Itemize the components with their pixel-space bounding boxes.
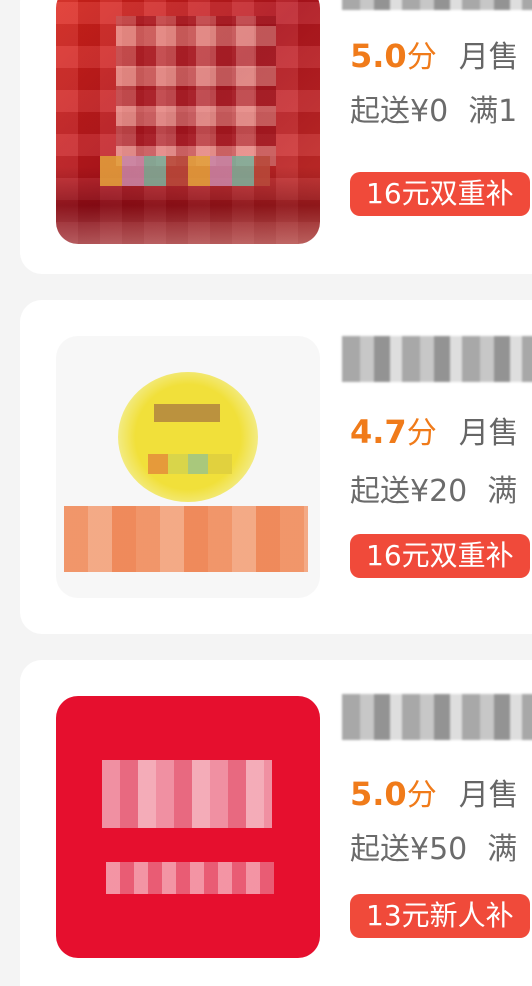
shop-list-page: 5.0分 月售 起送¥0 满1 16元双重补 4.7分 月售 起送¥20 满 16元双重…	[0, 0, 532, 986]
logo-pixelated-content	[102, 760, 272, 828]
delivery-fee: 满1	[468, 94, 518, 129]
logo-pixelated-content	[148, 454, 232, 474]
logo-pixelated-content	[106, 862, 274, 894]
delivery-row: 起送¥50 满	[350, 832, 517, 868]
logo-circle	[118, 372, 258, 502]
promo-badge: 13元新人补	[350, 894, 530, 938]
monthly-sales: 月售	[458, 778, 519, 813]
delivery-row: 起送¥0 满1	[350, 94, 517, 130]
rating-unit: 分	[406, 416, 437, 451]
monthly-sales: 月售	[458, 416, 519, 451]
logo-pixelated-content	[64, 506, 308, 572]
min-order: 起送¥50	[350, 832, 468, 867]
shop-name-redacted	[342, 694, 532, 740]
shop-card[interactable]: 4.7分 月售 起送¥20 满 16元双重补	[20, 300, 532, 634]
rating-row: 5.0分 月售	[350, 38, 519, 76]
min-order: 起送¥20	[350, 474, 468, 509]
rating-value: 5.0	[350, 775, 407, 813]
shop-name-redacted	[342, 0, 532, 10]
shop-card[interactable]: 5.0分 月售 起送¥50 满 13元新人补	[20, 660, 532, 986]
rating-unit: 分	[406, 778, 437, 813]
shop-thumbnail[interactable]	[56, 0, 320, 244]
rating-unit: 分	[406, 40, 437, 75]
shop-thumbnail[interactable]	[56, 336, 320, 598]
rating-value: 5.0	[350, 37, 407, 75]
shop-thumbnail[interactable]	[56, 696, 320, 958]
delivery-row: 起送¥20 满	[350, 474, 517, 510]
rating-row: 5.0分 月售	[350, 776, 519, 814]
thumbnail-pixelated-content	[100, 156, 270, 186]
shop-name-redacted	[342, 336, 532, 382]
logo-pixelated-content	[154, 404, 220, 422]
promo-badge: 16元双重补	[350, 534, 530, 578]
rating-value: 4.7	[350, 413, 407, 451]
promo-badge: 16元双重补	[350, 172, 530, 216]
monthly-sales: 月售	[458, 40, 519, 75]
min-order: 起送¥0	[350, 94, 449, 129]
delivery-fee: 满	[487, 474, 518, 509]
rating-row: 4.7分 月售	[350, 414, 519, 452]
shop-card[interactable]: 5.0分 月售 起送¥0 满1 16元双重补	[20, 0, 532, 274]
thumbnail-pixelated-content	[116, 16, 276, 166]
delivery-fee: 满	[487, 832, 518, 867]
